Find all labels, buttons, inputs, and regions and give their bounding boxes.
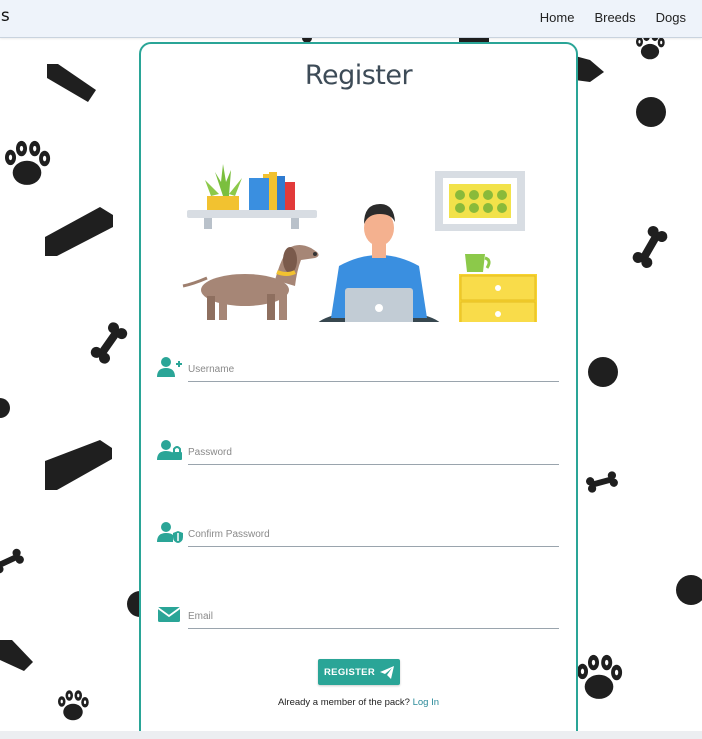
nav-link-dogs[interactable]: Dogs <box>656 10 686 25</box>
email-field <box>157 603 561 637</box>
pattern-paw <box>58 690 89 721</box>
password-input[interactable] <box>188 441 559 465</box>
pattern-bone <box>0 547 26 575</box>
illustration-person-with-dog <box>182 164 537 322</box>
bottom-strip <box>0 731 702 739</box>
pattern-dot <box>0 398 10 418</box>
nav-link-breeds[interactable]: Breeds <box>594 10 635 25</box>
confirm-password-input[interactable] <box>188 523 559 547</box>
username-input[interactable] <box>188 358 559 382</box>
user-shield-icon <box>157 522 183 543</box>
cabinet-illustration <box>459 254 537 322</box>
pattern-dot <box>636 97 666 127</box>
wall-frame-illustration <box>435 171 525 231</box>
pattern-slab <box>45 207 113 256</box>
envelope-icon <box>157 607 181 622</box>
pattern-dot <box>676 575 702 605</box>
shelf-illustration <box>187 164 317 229</box>
pattern-slab <box>575 56 604 82</box>
page-title: Register <box>304 60 413 91</box>
paper-plane-icon <box>379 665 394 679</box>
user-lock-icon <box>157 440 182 460</box>
dachshund-illustration <box>182 245 319 320</box>
register-button-label: REGISTER <box>324 666 375 678</box>
brand-logo-text[interactable]: ls <box>0 6 10 26</box>
pattern-paw <box>4 140 51 185</box>
nav-links: Home Breeds Dogs <box>540 10 686 25</box>
pattern-paw <box>577 654 623 699</box>
confirm-password-field <box>157 521 561 555</box>
register-button[interactable]: REGISTER <box>318 659 400 685</box>
pattern-slab <box>45 440 112 490</box>
pattern-dot <box>588 357 618 387</box>
pattern-slab <box>0 640 33 671</box>
pattern-bone <box>88 320 130 366</box>
nav-link-home[interactable]: Home <box>540 10 575 25</box>
password-field <box>157 439 561 473</box>
login-prompt-text: Already a member of the pack? <box>277 697 410 708</box>
login-link[interactable]: Log In <box>413 697 439 708</box>
email-input[interactable] <box>188 605 559 629</box>
user-plus-icon <box>157 357 182 377</box>
person-with-laptop-illustration <box>318 204 440 322</box>
register-card: Register Username Email REGISTER Already… <box>139 42 578 739</box>
top-navbar: ls Home Breeds Dogs <box>0 0 702 38</box>
pattern-slab <box>47 64 96 102</box>
pattern-bone <box>585 470 619 494</box>
username-field <box>157 356 561 390</box>
pattern-bone <box>630 223 670 271</box>
login-prompt: Already a member of the pack? Log In <box>141 697 576 708</box>
